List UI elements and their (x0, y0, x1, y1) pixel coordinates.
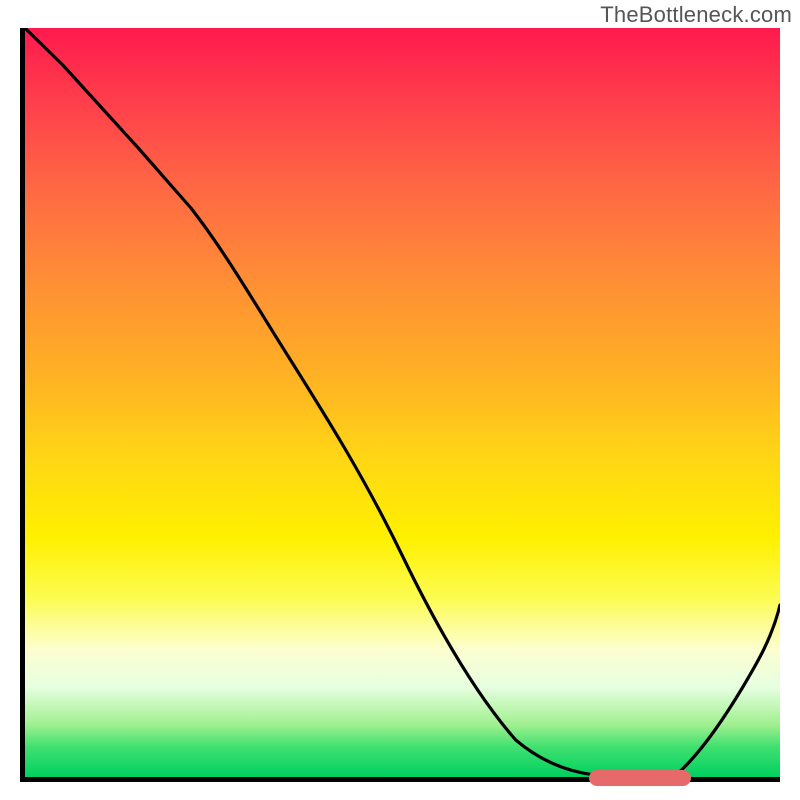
curve-layer (25, 28, 780, 777)
optimal-range-marker (589, 770, 691, 786)
watermark-text: TheBottleneck.com (600, 2, 792, 28)
bottleneck-curve (25, 28, 780, 777)
chart-axes (20, 28, 780, 782)
